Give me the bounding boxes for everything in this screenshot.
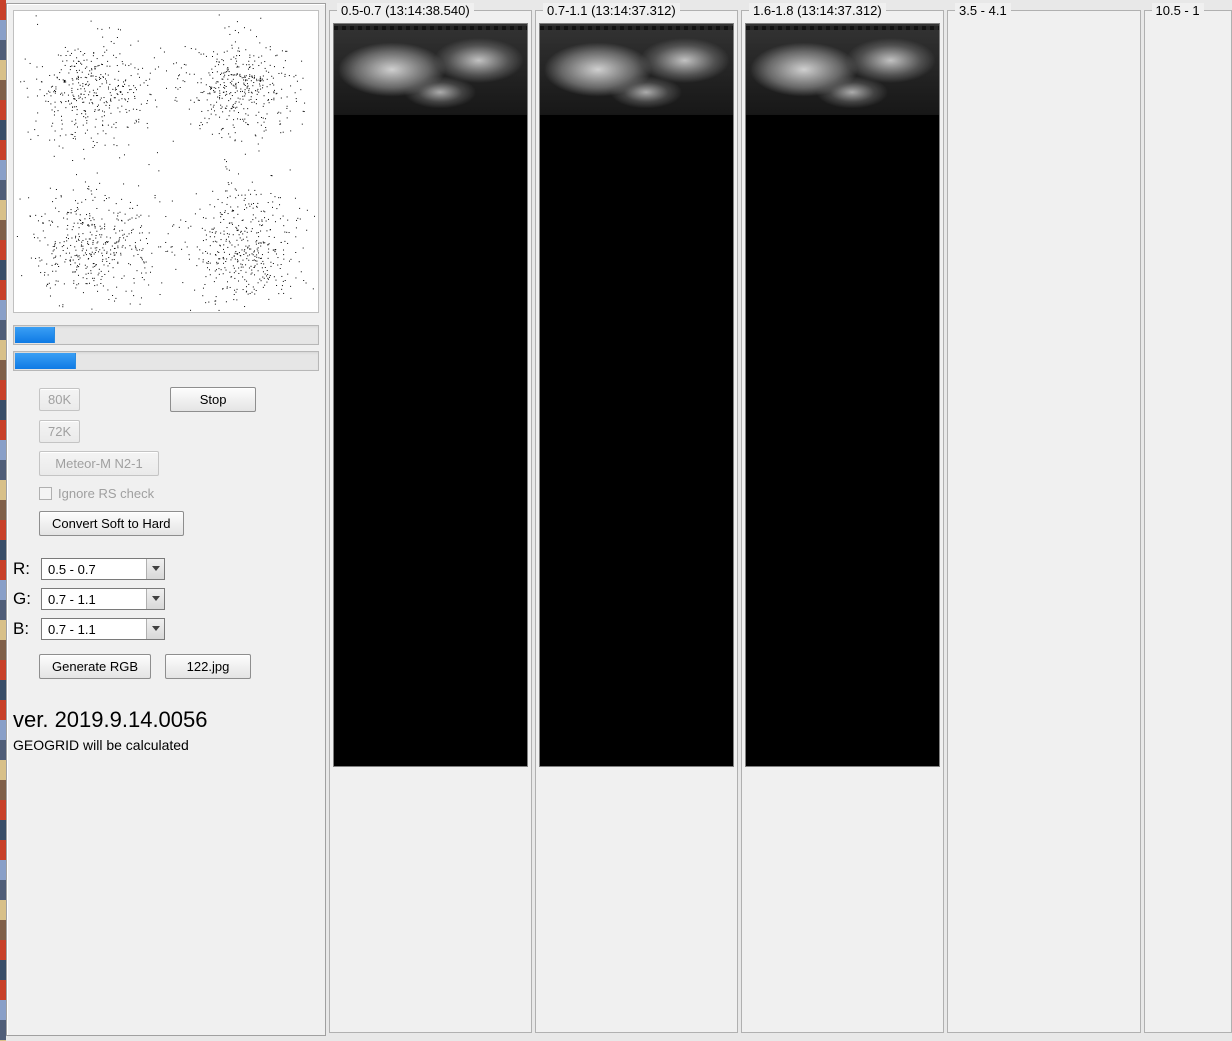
- chevron-down-icon: [146, 619, 164, 639]
- app-root: 80K Stop 72K Meteor-M N2-1 Ignore RS che…: [6, 0, 1232, 1041]
- rate-80k-button: 80K: [39, 388, 80, 411]
- generate-rgb-button[interactable]: Generate RGB: [39, 654, 151, 679]
- channel-image[interactable]: [539, 23, 734, 767]
- satellite-strip-image: [540, 24, 733, 116]
- channel-title: 0.7-1.1 (13:14:37.312): [543, 3, 680, 18]
- g-channel-label: G:: [13, 589, 35, 609]
- status-line: GEOGRID will be calculated: [13, 737, 319, 753]
- chevron-down-icon: [146, 559, 164, 579]
- channel-groupbox-4: 10.5 - 1: [1144, 3, 1232, 1033]
- satellite-strip-image: [746, 24, 939, 116]
- constellation-plot: [13, 10, 319, 313]
- r-channel-select[interactable]: 0.5 - 0.7: [41, 558, 165, 580]
- convert-soft-hard-button[interactable]: Convert Soft to Hard: [39, 511, 184, 536]
- stop-button[interactable]: Stop: [170, 387, 256, 412]
- channel-image[interactable]: [333, 23, 528, 767]
- chevron-down-icon: [146, 589, 164, 609]
- b-channel-label: B:: [13, 619, 35, 639]
- b-channel-value: 0.7 - 1.1: [42, 622, 146, 637]
- progress-bar-1: [13, 325, 319, 345]
- progress-bar-2-fill: [15, 353, 76, 369]
- channel-title: 3.5 - 4.1: [955, 3, 1011, 18]
- progress-bar-2: [13, 351, 319, 371]
- channel-image[interactable]: [745, 23, 940, 767]
- version-label: ver. 2019.9.14.0056: [13, 707, 319, 733]
- channel-title: 0.5-0.7 (13:14:38.540): [337, 3, 474, 18]
- ignore-rs-checkbox: [39, 487, 52, 500]
- b-channel-select[interactable]: 0.7 - 1.1: [41, 618, 165, 640]
- r-channel-label: R:: [13, 559, 35, 579]
- progress-bar-1-fill: [15, 327, 55, 343]
- channel-groupbox-1: 0.7-1.1 (13:14:37.312): [535, 3, 738, 1033]
- control-panel: 80K Stop 72K Meteor-M N2-1 Ignore RS che…: [6, 3, 326, 1036]
- r-channel-value: 0.5 - 0.7: [42, 562, 146, 577]
- satellite-strip-image: [334, 24, 527, 116]
- channel-title: 1.6-1.8 (13:14:37.312): [749, 3, 886, 18]
- channel-title: 10.5 - 1: [1152, 3, 1204, 18]
- channel-groupbox-2: 1.6-1.8 (13:14:37.312): [741, 3, 944, 1033]
- meteor-mode-button: Meteor-M N2-1: [39, 451, 159, 476]
- g-channel-value: 0.7 - 1.1: [42, 592, 146, 607]
- channel-previews-area: 0.5-0.7 (13:14:38.540) 0.7-1.1 (13:14:37.…: [329, 3, 1232, 1041]
- save-filename-button[interactable]: 122.jpg: [165, 654, 251, 679]
- rate-72k-button: 72K: [39, 420, 80, 443]
- channel-groupbox-0: 0.5-0.7 (13:14:38.540): [329, 3, 532, 1033]
- channel-groupbox-3: 3.5 - 4.1: [947, 3, 1141, 1033]
- ignore-rs-label: Ignore RS check: [58, 486, 154, 501]
- g-channel-select[interactable]: 0.7 - 1.1: [41, 588, 165, 610]
